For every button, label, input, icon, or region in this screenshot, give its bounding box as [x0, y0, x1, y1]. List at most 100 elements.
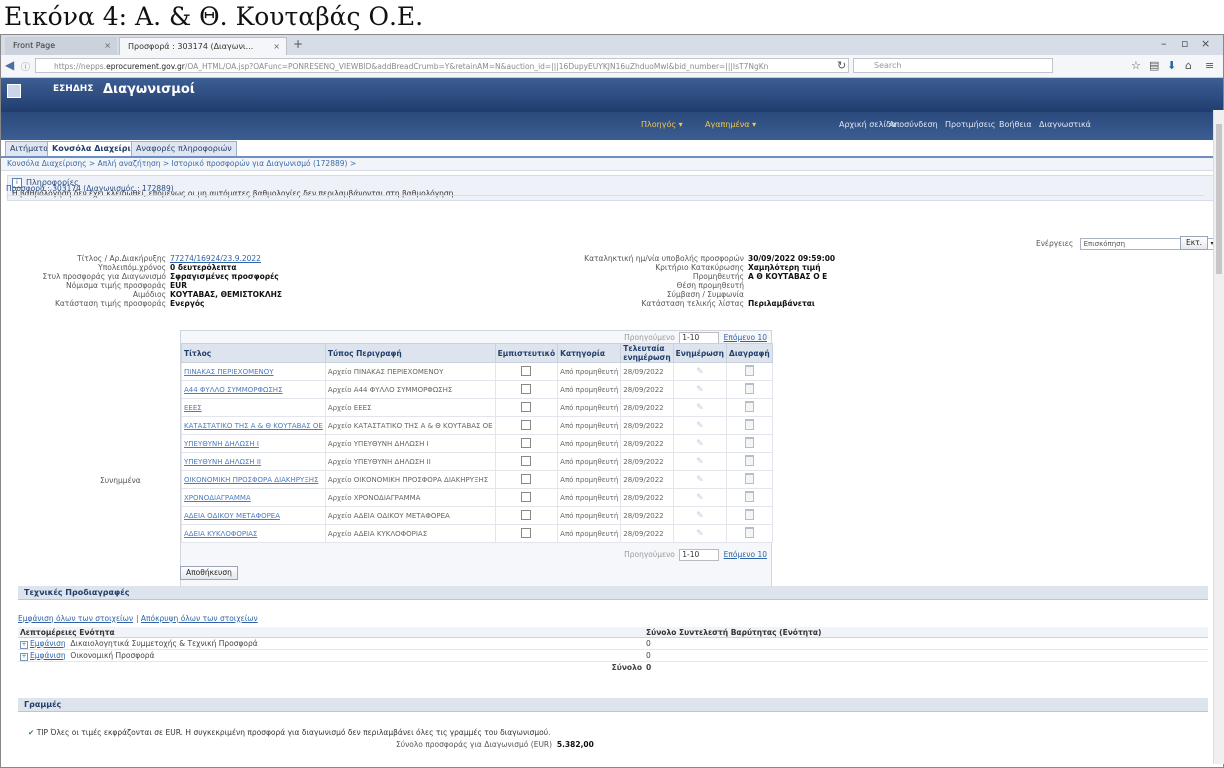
pager-next[interactable]: Επόμενο 10 — [724, 550, 767, 559]
restore-icon[interactable]: ▫ — [1181, 37, 1188, 50]
table-cell: Από προμηθευτή — [557, 470, 622, 489]
global-link-preferences[interactable]: Προτιμήσεις — [945, 120, 995, 129]
scrollbar-thumb[interactable] — [1216, 124, 1222, 274]
collapse-all-link[interactable]: Απόκρυψη όλων των στοιχείων — [141, 614, 258, 623]
close-window-icon[interactable]: × — [1201, 37, 1210, 50]
docs-table-body: ΠΙΝΑΚΑΣ ΠΕΡΙΕΧΟΜΕΝΟΥ Αρχείο ΠΙΝΑΚΑΣ ΠΕΡΙΕ… — [181, 362, 773, 543]
document-link[interactable]: ΕΕΕΣ — [184, 404, 202, 412]
divider — [18, 711, 1208, 712]
field-label: Καταληκτική ημ/νία υποβολής προσφορών — [584, 254, 744, 263]
pencil-icon[interactable]: ✎ — [696, 403, 704, 413]
pencil-icon[interactable]: ✎ — [696, 385, 704, 395]
new-tab-button[interactable]: + — [293, 37, 303, 51]
trash-icon[interactable] — [744, 401, 754, 412]
pager-next[interactable]: Επόμενο 10 — [724, 333, 767, 342]
confidential-checkbox[interactable] — [521, 455, 532, 466]
download-icon[interactable]: ⬇ — [1167, 59, 1176, 72]
pencil-icon[interactable]: ✎ — [696, 439, 704, 449]
doc-desc: ΟΙΚΟΝΟΜΙΚΗ ΠΡΟΣΦΟΡΑ ΔΙΑΚΗΡΥΞΗΣ — [353, 475, 489, 484]
navigator-menu[interactable]: Πλοηγός ▾ — [641, 120, 683, 129]
favorites-menu[interactable]: Αγαπημένα ▾ — [705, 120, 756, 129]
global-link-home[interactable]: Αρχική σελίδα — [839, 120, 896, 129]
breadcrumb[interactable]: Κονσόλα Διαχείρισης > Απλή αναζήτηση > Ι… — [1, 158, 1223, 171]
expand-icon[interactable]: + — [20, 652, 28, 661]
back-icon[interactable]: ◀ — [5, 58, 14, 72]
confidential-checkbox[interactable] — [521, 401, 532, 412]
confidential-checkbox[interactable] — [521, 527, 532, 538]
document-link[interactable]: ΑΔΕΙΑ ΟΔΙΚΟΥ ΜΕΤΑΦΟΡΕΑ — [184, 512, 280, 520]
pencil-icon[interactable]: ✎ — [696, 475, 704, 485]
expand-all-link[interactable]: Εμφάνιση όλων των στοιχείων — [18, 614, 133, 623]
star-icon[interactable]: ☆ — [1131, 59, 1141, 72]
close-icon[interactable]: × — [104, 37, 111, 55]
trash-icon[interactable] — [744, 419, 754, 430]
pager-prev[interactable]: Προηγούμενο — [624, 333, 675, 342]
pencil-icon[interactable]: ✎ — [696, 529, 704, 539]
pencil-icon[interactable]: ✎ — [696, 457, 704, 467]
table-cell — [494, 434, 559, 453]
search-input[interactable]: Search — [853, 58, 1053, 73]
close-icon[interactable]: × — [273, 38, 280, 56]
global-link-diagnostics[interactable]: Διαγνωστικά — [1039, 120, 1091, 129]
tab-reports[interactable]: Αναφορές πληροφοριών — [131, 141, 237, 156]
pencil-icon[interactable]: ✎ — [696, 367, 704, 377]
document-link[interactable]: ΥΠΕΥΘΥΝΗ ΔΗΛΩΣΗ ΙΙ — [184, 458, 261, 466]
trash-icon[interactable] — [744, 527, 754, 538]
document-link[interactable]: ΟΙΚΟΝΟΜΙΚΗ ΠΡΟΣΦΟΡΑ ΔΙΑΚΗΡΥΞΗΣ — [184, 476, 318, 484]
address-bar[interactable]: https://nepps.eprocurement.gov.gr/OA_HTM… — [35, 58, 849, 73]
pager-range-select[interactable]: 1-10 — [679, 549, 720, 561]
pencil-icon[interactable]: ✎ — [696, 493, 704, 503]
go-button[interactable]: Εκτ. — [1180, 236, 1209, 250]
field-label: Αιμόδιος — [132, 290, 166, 299]
clipboard-icon[interactable]: ▤ — [1149, 59, 1159, 72]
unit-name: Δικαιολογητικά Συμμετοχής & Τεχνική Προσ… — [70, 638, 258, 648]
trash-icon[interactable] — [744, 509, 754, 520]
trash-icon[interactable] — [744, 365, 754, 376]
expand-icon[interactable]: + — [20, 640, 28, 649]
document-link[interactable]: Α44 ΦΥΛΛΟ ΣΥΜΜΟΡΦΩΣΗΣ — [184, 386, 283, 394]
menu-icon[interactable]: ≡ — [1205, 59, 1214, 72]
field-label: Υπολειπόμ.χρόνος — [98, 263, 166, 272]
table-cell: ΑΔΕΙΑ ΟΔΙΚΟΥ ΜΕΤΑΦΟΡΕΑ — [181, 506, 326, 525]
trash-icon[interactable] — [744, 491, 754, 502]
show-link[interactable]: Εμφάνιση — [30, 639, 66, 648]
browser-tab[interactable]: Front Page × — [5, 37, 117, 55]
pager-prev[interactable]: Προηγούμενο — [624, 550, 675, 559]
confidential-checkbox[interactable] — [521, 437, 532, 448]
info-message: i Πληροφορίες Η βαθμολόγηση δεν έχει κλε… — [7, 175, 1217, 201]
browser-tab-active[interactable]: Προσφορά : 303174 (Διαγωνι... × — [119, 37, 287, 55]
table-cell: 28/09/2022 — [620, 506, 674, 525]
confidential-checkbox[interactable] — [521, 473, 532, 484]
confidential-checkbox[interactable] — [521, 491, 532, 502]
document-link[interactable]: ΠΙΝΑΚΑΣ ΠΕΡΙΕΧΟΜΕΝΟΥ — [184, 368, 274, 376]
confidential-checkbox[interactable] — [521, 365, 532, 376]
confidential-checkbox[interactable] — [521, 383, 532, 394]
pencil-icon[interactable]: ✎ — [696, 421, 704, 431]
confidential-checkbox[interactable] — [521, 509, 532, 520]
table-cell: Από προμηθευτή — [557, 524, 622, 543]
reload-icon[interactable]: ↻ — [837, 59, 846, 72]
table-cell — [494, 488, 559, 507]
confidential-checkbox[interactable] — [521, 419, 532, 430]
document-link[interactable]: ΚΑΤΑΣΤΑΤΙΚΟ ΤΗΣ Α & Θ ΚΟΥΤΑΒΑΣ ΟΕ — [184, 422, 323, 430]
vertical-scrollbar[interactable] — [1213, 110, 1224, 764]
trash-icon[interactable] — [744, 455, 754, 466]
tender-number-link[interactable]: 77274/16924/23.9.2022 — [170, 254, 261, 263]
pencil-icon[interactable]: ✎ — [696, 511, 704, 521]
global-link-help[interactable]: Βοήθεια — [999, 120, 1032, 129]
trash-icon[interactable] — [744, 383, 754, 394]
minimize-icon[interactable]: – — [1161, 37, 1167, 50]
unit-name: Οικονομική Προσφορά — [70, 650, 155, 660]
table-cell: ΠΙΝΑΚΑΣ ΠΕΡΙΕΧΟΜΕΝΟΥ — [181, 362, 326, 381]
global-link-logout[interactable]: Αποσύνδεση — [889, 120, 938, 129]
table-cell — [726, 506, 773, 525]
home-icon[interactable]: ⌂ — [1185, 59, 1192, 72]
trash-icon[interactable] — [744, 473, 754, 484]
save-button[interactable]: Αποθήκευση — [180, 566, 238, 580]
document-link[interactable]: ΥΠΕΥΘΥΝΗ ΔΗΛΩΣΗ Ι — [184, 440, 259, 448]
trash-icon[interactable] — [744, 437, 754, 448]
document-link[interactable]: ΑΔΕΙΑ ΚΥΚΛΟΦΟΡΙΑΣ — [184, 530, 257, 538]
document-link[interactable]: ΧΡΟΝΟΔΙΑΓΡΑΜΜΑ — [184, 494, 251, 502]
show-link[interactable]: Εμφάνιση — [30, 651, 66, 660]
doc-desc: ΠΙΝΑΚΑΣ ΠΕΡΙΕΧΟΜΕΝΟΥ — [353, 367, 444, 376]
